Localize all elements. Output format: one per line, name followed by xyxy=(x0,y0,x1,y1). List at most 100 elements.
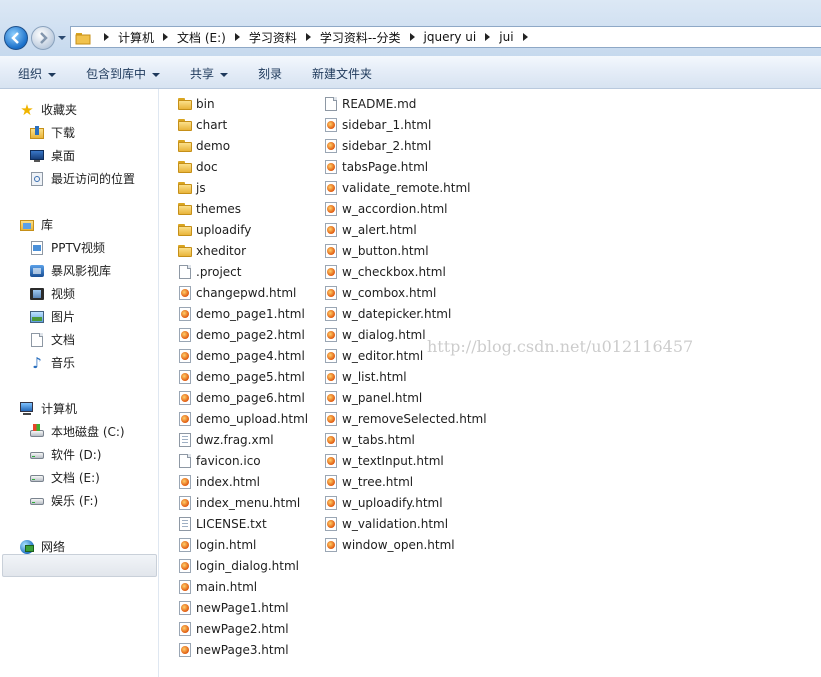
nav-downloads[interactable]: 下载 xyxy=(29,122,75,143)
list-item[interactable]: w_textInput.html xyxy=(323,451,444,471)
list-item[interactable]: demo_page6.html xyxy=(177,388,305,408)
breadcrumb-item[interactable]: 计算机 xyxy=(118,29,154,46)
nav-desktop[interactable]: 桌面 xyxy=(29,145,75,166)
list-item[interactable]: index_menu.html xyxy=(177,493,300,513)
nav-favorites[interactable]: 收藏夹 xyxy=(19,99,77,120)
list-item[interactable]: js xyxy=(177,178,206,198)
breadcrumb-item[interactable]: jui xyxy=(499,30,513,44)
list-item[interactable]: favicon.ico xyxy=(177,451,261,471)
network-icon xyxy=(19,539,35,555)
nav-storm-library[interactable]: 暴风影视库 xyxy=(29,260,111,281)
list-item[interactable]: w_combox.html xyxy=(323,283,436,303)
breadcrumb-separator-icon[interactable] xyxy=(522,33,528,41)
forward-button[interactable] xyxy=(31,26,55,50)
list-item[interactable]: tabsPage.html xyxy=(323,157,428,177)
breadcrumb-item[interactable]: 学习资料--分类 xyxy=(320,29,401,46)
nav-label: 本地磁盘 (C:) xyxy=(51,425,125,439)
list-item[interactable]: w_checkbox.html xyxy=(323,262,446,282)
nav-drive-d[interactable]: 软件 (D:) xyxy=(29,444,101,465)
list-item[interactable]: w_panel.html xyxy=(323,388,422,408)
list-item[interactable]: validate_remote.html xyxy=(323,178,471,198)
list-item[interactable]: w_removeSelected.html xyxy=(323,409,487,429)
list-item[interactable]: changepwd.html xyxy=(177,283,296,303)
chevron-down-icon xyxy=(220,72,229,77)
breadcrumb-item[interactable]: jquery ui xyxy=(424,30,477,44)
nav-computer[interactable]: 计算机 xyxy=(19,398,77,419)
list-item[interactable]: demo xyxy=(177,136,230,156)
list-item[interactable]: newPage3.html xyxy=(177,640,289,660)
nav-drive-f[interactable]: 娱乐 (F:) xyxy=(29,490,98,511)
list-item[interactable]: demo_page4.html xyxy=(177,346,305,366)
nav-pptv-videos[interactable]: PPTV视频 xyxy=(29,237,105,258)
nav-videos[interactable]: 视频 xyxy=(29,283,75,304)
list-item[interactable]: xheditor xyxy=(177,241,246,261)
file-name: w_dialog.html xyxy=(342,328,426,342)
list-item[interactable]: dwz.frag.xml xyxy=(177,430,274,450)
burn-button[interactable]: 刻录 xyxy=(258,65,282,82)
html-file-icon xyxy=(177,474,193,490)
breadcrumb-item[interactable]: 文档 (E:) xyxy=(177,29,226,46)
list-item[interactable]: sidebar_1.html xyxy=(323,115,431,135)
list-item[interactable]: window_open.html xyxy=(323,535,455,555)
organize-menu-button[interactable]: 组织 xyxy=(18,65,57,82)
file-name: w_validation.html xyxy=(342,517,449,531)
file-name: w_textInput.html xyxy=(342,454,444,468)
nav-music[interactable]: 音乐 xyxy=(29,352,75,373)
list-item[interactable]: doc xyxy=(177,157,218,177)
list-item[interactable]: w_dialog.html xyxy=(323,325,426,345)
list-item[interactable]: w_editor.html xyxy=(323,346,423,366)
nav-libraries[interactable]: 库 xyxy=(19,214,53,235)
breadcrumb-separator-icon[interactable] xyxy=(409,33,415,41)
html-file-icon xyxy=(323,222,339,238)
back-button[interactable] xyxy=(4,26,28,50)
folder-icon xyxy=(177,243,193,259)
nav-documents[interactable]: 文档 xyxy=(29,329,75,350)
list-item[interactable]: w_validation.html xyxy=(323,514,448,534)
list-item[interactable]: themes xyxy=(177,199,241,219)
list-item[interactable]: w_alert.html xyxy=(323,220,417,240)
list-item[interactable]: w_tabs.html xyxy=(323,430,415,450)
list-item[interactable]: w_tree.html xyxy=(323,472,413,492)
list-item[interactable]: README.md xyxy=(323,94,416,114)
breadcrumb-item[interactable]: 学习资料 xyxy=(249,29,297,46)
address-path-box[interactable]: 计算机 文档 (E:) 学习资料 学习资料--分类 jquery ui jui xyxy=(70,26,821,48)
list-item[interactable]: w_uploadify.html xyxy=(323,493,443,513)
list-item[interactable]: newPage1.html xyxy=(177,598,289,618)
list-item[interactable]: main.html xyxy=(177,577,257,597)
list-item[interactable]: bin xyxy=(177,94,215,114)
breadcrumb-separator-icon[interactable] xyxy=(305,33,311,41)
nav-recent-places[interactable]: 最近访问的位置 xyxy=(29,168,135,189)
breadcrumb-separator-icon[interactable] xyxy=(104,33,109,41)
list-item[interactable]: .project xyxy=(177,262,241,282)
history-dropdown-icon[interactable] xyxy=(57,33,67,43)
list-item[interactable]: login_dialog.html xyxy=(177,556,299,576)
list-item[interactable]: w_button.html xyxy=(323,241,429,261)
breadcrumb-separator-icon[interactable] xyxy=(485,33,491,41)
list-item[interactable]: w_accordion.html xyxy=(323,199,447,219)
list-item[interactable]: demo_page5.html xyxy=(177,367,305,387)
list-item[interactable]: demo_page1.html xyxy=(177,304,305,324)
list-item[interactable]: w_datepicker.html xyxy=(323,304,451,324)
nav-drive-e[interactable]: 文档 (E:) xyxy=(29,467,100,488)
breadcrumb-separator-icon[interactable] xyxy=(234,33,240,41)
nav-drive-c[interactable]: 本地磁盘 (C:) xyxy=(29,421,125,442)
nav-network[interactable]: 网络 xyxy=(19,536,65,557)
list-item[interactable]: demo_page2.html xyxy=(177,325,305,345)
html-file-icon xyxy=(177,537,193,553)
list-item[interactable]: chart xyxy=(177,115,227,135)
breadcrumb-separator-icon[interactable] xyxy=(163,33,169,41)
new-folder-button[interactable]: 新建文件夹 xyxy=(312,65,372,82)
list-item[interactable]: sidebar_2.html xyxy=(323,136,431,156)
list-item[interactable]: demo_upload.html xyxy=(177,409,308,429)
list-item[interactable]: newPage2.html xyxy=(177,619,289,639)
nav-pictures[interactable]: 图片 xyxy=(29,306,75,327)
include-in-library-button[interactable]: 包含到库中 xyxy=(86,65,161,82)
list-item[interactable]: index.html xyxy=(177,472,260,492)
nav-label: 计算机 xyxy=(41,402,78,416)
html-file-icon xyxy=(323,159,339,175)
list-item[interactable]: w_list.html xyxy=(323,367,407,387)
share-button[interactable]: 共享 xyxy=(190,65,229,82)
list-item[interactable]: uploadify xyxy=(177,220,251,240)
list-item[interactable]: login.html xyxy=(177,535,256,555)
list-item[interactable]: LICENSE.txt xyxy=(177,514,267,534)
